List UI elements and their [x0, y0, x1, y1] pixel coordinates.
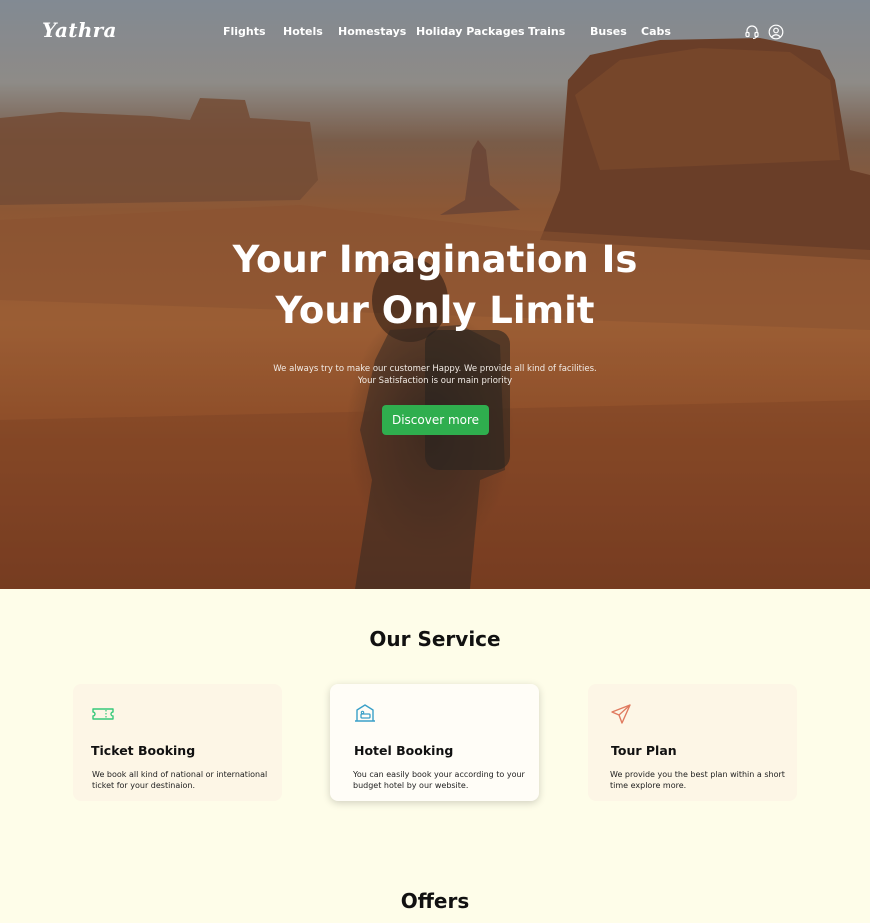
card-description: We provide you the best plan within a sh…	[610, 770, 785, 790]
hotel-bed-icon	[355, 704, 375, 722]
offers-title: Offers	[400, 889, 470, 913]
nav-item-buses[interactable]: Buses	[590, 25, 627, 38]
user-icon[interactable]	[768, 24, 784, 40]
card-title: Ticket Booking	[91, 743, 196, 758]
card-description: You can easily book your according to yo…	[353, 770, 525, 790]
hero-title-line1: Your Imagination Is	[232, 238, 638, 281]
ticket-icon	[92, 708, 114, 720]
hero-title: Your Imagination Is Your Only Limit	[0, 234, 870, 336]
discover-more-button[interactable]: Discover more	[382, 405, 489, 435]
nav-item-cabs[interactable]: Cabs	[641, 25, 671, 38]
service-card-ticket-booking[interactable]: Ticket Booking We book all kind of natio…	[73, 684, 282, 801]
hero-subtitle: We always try to make our customer Happy…	[0, 363, 870, 387]
hero-subtitle-line2: Your Satisfaction is our main priority	[357, 376, 513, 386]
headset-icon[interactable]	[744, 24, 760, 40]
service-card-tour-plan[interactable]: Tour Plan We provide you the best plan w…	[588, 684, 797, 801]
paper-plane-icon	[611, 704, 631, 724]
logo[interactable]: Yathra	[42, 18, 117, 42]
services-title: Our Service	[369, 627, 501, 651]
service-card-hotel-booking[interactable]: Hotel Booking You can easily book your a…	[330, 684, 539, 801]
hero-title-line2: Your Only Limit	[275, 289, 595, 332]
nav-item-flights[interactable]: Flights	[223, 25, 266, 38]
card-title: Hotel Booking	[354, 743, 454, 758]
hero-section: Yathra Flights Hotels Homestays Holiday …	[0, 0, 870, 589]
nav-item-holiday-packages[interactable]: Holiday Packages	[416, 25, 525, 38]
card-description: We book all kind of national or internat…	[92, 770, 268, 790]
nav-item-trains[interactable]: Trains	[528, 25, 565, 38]
nav-item-homestays[interactable]: Homestays	[338, 25, 406, 38]
nav-item-hotels[interactable]: Hotels	[283, 25, 323, 38]
card-title: Tour Plan	[611, 743, 677, 758]
hero-subtitle-line1: We always try to make our customer Happy…	[273, 364, 597, 374]
